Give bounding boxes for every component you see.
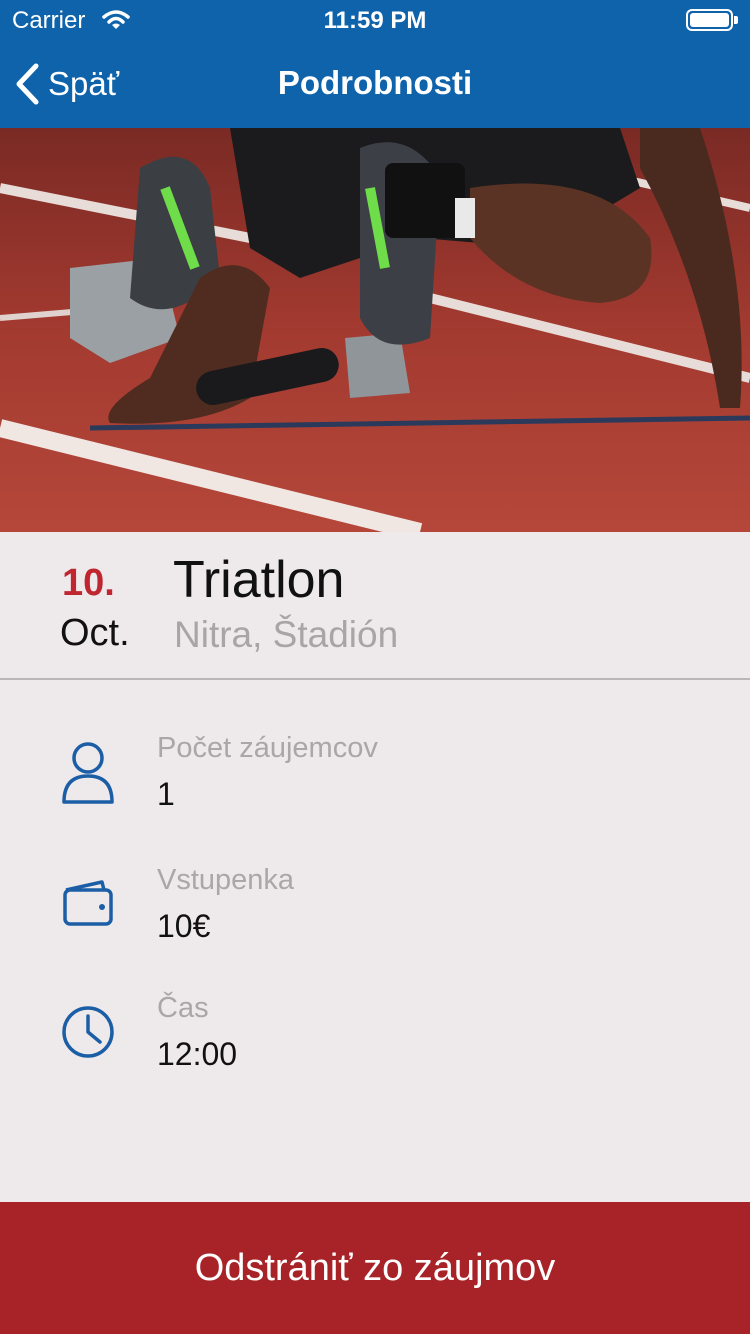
- event-header: 10. Oct. Triatlon Nitra, Štadión: [0, 532, 750, 678]
- status-bar: Carrier 11:59 PM: [0, 0, 750, 40]
- interested-label: Počet záujemcov: [157, 732, 378, 764]
- status-time: 11:59 PM: [323, 7, 427, 34]
- event-day: 10.: [62, 562, 115, 604]
- remove-from-interests-button[interactable]: Odstrániť zo záujmov: [0, 1202, 750, 1334]
- event-photo: [0, 128, 750, 532]
- event-month: Oct.: [60, 612, 130, 654]
- top-bar: Carrier 11:59 PM Späť Podrobnosti: [0, 0, 750, 128]
- detail-interested: Počet záujemcov 1: [0, 732, 750, 842]
- event-place: Nitra, Štadión: [174, 614, 399, 655]
- clock-icon: [62, 1006, 114, 1058]
- interested-value: 1: [157, 776, 175, 812]
- time-value: 12:00: [157, 1036, 238, 1072]
- divider: [0, 678, 750, 680]
- battery-icon: [686, 9, 738, 33]
- event-title: Triatlon: [173, 551, 345, 609]
- ticket-value: 10€: [157, 908, 211, 944]
- ticket-label: Vstupenka: [157, 864, 295, 896]
- person-icon: [62, 742, 114, 804]
- wallet-icon: [63, 880, 113, 926]
- page-title: Podrobnosti: [277, 64, 473, 101]
- detail-ticket: Vstupenka 10€: [0, 864, 750, 974]
- navigation-bar: Späť Podrobnosti: [0, 40, 750, 128]
- detail-time: Čas 12:00: [0, 992, 750, 1102]
- time-label: Čas: [157, 992, 209, 1024]
